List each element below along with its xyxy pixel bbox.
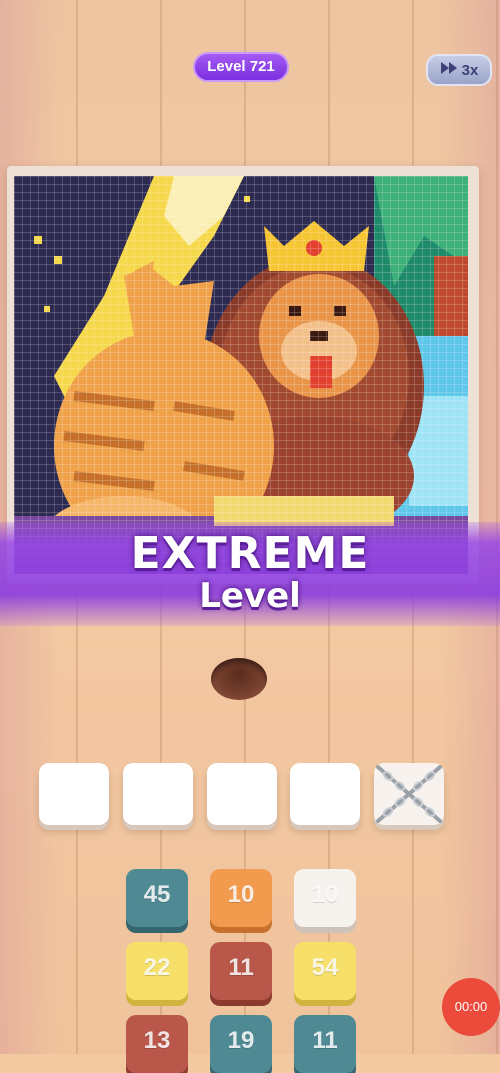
speed-button[interactable]: 3x (426, 54, 492, 86)
number-tile[interactable]: 10 (210, 869, 272, 927)
tile-hole (211, 658, 267, 700)
number-tile[interactable]: 11 (294, 1015, 356, 1073)
banner-subtitle: Level (199, 576, 301, 616)
empty-slot-2[interactable] (123, 763, 193, 825)
chain-lock-icon (374, 765, 444, 829)
number-tile[interactable]: 45 (126, 869, 188, 927)
number-tile[interactable]: 13 (126, 1015, 188, 1073)
empty-slot-1[interactable] (39, 763, 109, 825)
pixel-artwork (14, 176, 468, 574)
fast-forward-icon (440, 61, 458, 79)
empty-slot-3[interactable] (207, 763, 277, 825)
number-tile[interactable]: 11 (210, 942, 272, 1000)
banner-title: EXTREME (130, 528, 370, 579)
number-tile[interactable]: 22 (126, 942, 188, 1000)
record-time: 00:00 (454, 999, 488, 1014)
level-label: Level 721 (207, 58, 275, 75)
speed-label: 3x (461, 61, 479, 79)
number-tile[interactable]: 19 (210, 1015, 272, 1073)
locked-slot (374, 763, 444, 825)
pixel-grid (14, 176, 468, 574)
record-button[interactable]: 00:00 (442, 978, 500, 1036)
empty-slot-4[interactable] (290, 763, 360, 825)
number-tile[interactable]: 54 (294, 942, 356, 1000)
number-tile[interactable]: 10 (294, 869, 356, 927)
level-badge: Level 721 (193, 52, 289, 82)
